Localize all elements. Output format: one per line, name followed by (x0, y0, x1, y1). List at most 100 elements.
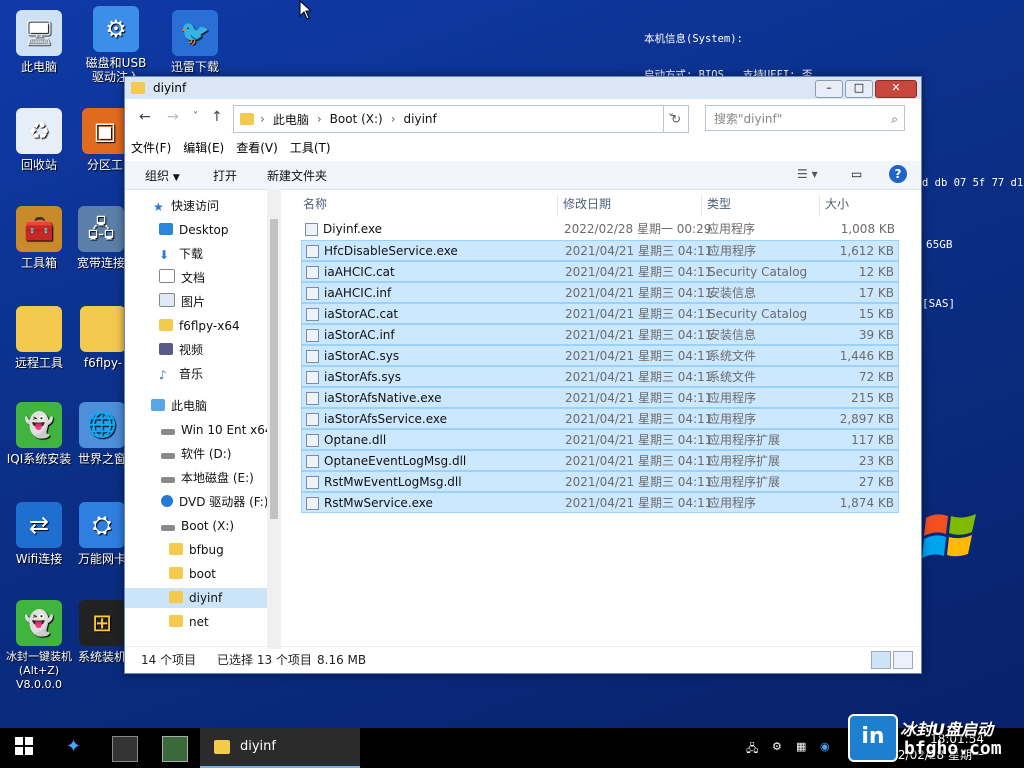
nav-drive-d[interactable]: 软件 (D:) (161, 444, 231, 464)
nav-music[interactable]: ♪ 音乐 (159, 364, 203, 384)
desktop-icon-toolbox[interactable]: 🧰 工具箱 (4, 206, 74, 270)
desktop-icon-system-install[interactable]: ⊞ 系统装机 (78, 600, 126, 664)
column-size[interactable]: 大小 (825, 195, 849, 212)
file-icon (306, 329, 319, 342)
menu-edit[interactable]: 编辑(E) (183, 139, 224, 156)
file-row[interactable]: iaStorAC.sys 2021/04/21 星期三 04:11 系统文件 1,44… (301, 345, 899, 366)
file-list[interactable]: Diyinf.exe 2022/02/28 星期一 00:29 应用程序 1,008 … (301, 219, 899, 513)
start-button[interactable] (14, 736, 38, 760)
nav-label: 下载 (179, 247, 204, 261)
nav-dvd-f[interactable]: DVD 驱动器 (F:) > (161, 492, 281, 512)
desktop-icon-world-browser[interactable]: 🌐 世界之窗 (78, 402, 126, 466)
maximize-button[interactable]: □ (845, 80, 873, 98)
large-icons-view-icon[interactable] (893, 651, 913, 669)
breadcrumb-this-pc[interactable]: 此电脑 (273, 111, 309, 128)
recent-chevron-icon[interactable]: ˅ (193, 111, 198, 122)
file-size: 17 KB (858, 286, 894, 300)
tray-app-icon[interactable]: ◉ (820, 740, 830, 753)
nav-quick-access[interactable]: ★ 快速访问 (153, 196, 219, 216)
navigation-pane[interactable]: ★ 快速访问 Desktop ⬇ 下载 文档 图片 f6flpy-x64 视频 ♪ 音… (125, 189, 281, 649)
column-name[interactable]: 名称 (303, 195, 327, 212)
monitor-icon[interactable] (162, 736, 188, 762)
title-bar[interactable]: diyinf – □ ✕ (125, 77, 921, 99)
scrollbar-thumb[interactable] (270, 219, 278, 519)
new-folder-button[interactable]: 新建文件夹 (267, 167, 327, 184)
nav-desktop[interactable]: Desktop (159, 220, 229, 240)
refresh-button[interactable]: ↻ (663, 105, 689, 133)
desktop-icon-this-pc[interactable]: 🖥 此电脑 (4, 10, 74, 74)
minimize-button[interactable]: – (815, 80, 843, 98)
nav-net[interactable]: net (169, 612, 209, 632)
desktop-icon-disk-usb[interactable]: ⚙ 磁盘和USB驱动注入 (80, 6, 152, 84)
menu-view[interactable]: 查看(V) (236, 139, 278, 156)
nav-bfbug[interactable]: bfbug (169, 540, 224, 560)
desktop-icon-partition[interactable]: ▣ 分区工 (80, 108, 130, 172)
desktop-icon-f6flpy[interactable]: f6flpy- (80, 306, 126, 370)
search-input[interactable]: 搜索"diyinf" (714, 112, 782, 126)
organize-button[interactable]: 组织 ▼ (145, 167, 180, 184)
search-box[interactable]: 搜索"diyinf" ⌕ (705, 105, 905, 131)
tray-tool-icon[interactable]: ⚙ (772, 740, 782, 753)
file-row[interactable]: iaStorAfsService.exe 2021/04/21 星期三 04:11… (301, 408, 899, 429)
tray-color-icon[interactable]: ▦ (796, 740, 806, 753)
file-row[interactable]: HfcDisableService.exe 2021/04/21 星期三 04:1… (301, 240, 899, 261)
file-row[interactable]: Optane.dll 2021/04/21 星期三 04:11 应用程序扩展 117 … (301, 429, 899, 450)
desktop-icon-iqi-install[interactable]: 👻 IQI系统安装 (4, 402, 74, 466)
address-bar[interactable]: › 此电脑 › Boot (X:) › diyinf ˅ (233, 105, 689, 133)
explorer-window[interactable]: diyinf – □ ✕ ← → ˅ ↑ › 此电脑 › Boot (X:) ›… (124, 76, 922, 674)
details-view-icon[interactable] (871, 651, 891, 669)
nav-drive-e[interactable]: 本地磁盘 (E:) (161, 468, 254, 488)
terminal-icon[interactable] (112, 736, 138, 762)
open-button[interactable]: 打开 (213, 167, 237, 184)
column-date[interactable]: 修改日期 (563, 195, 611, 212)
wifi-arrows-icon: ⇄ (16, 502, 62, 548)
nav-documents[interactable]: 文档 (159, 268, 205, 288)
desktop-icon-remote-tools[interactable]: 远程工具 (4, 306, 74, 370)
nav-videos[interactable]: 视频 (159, 340, 203, 360)
column-divider[interactable] (819, 195, 820, 217)
nav-boot[interactable]: boot (169, 564, 216, 584)
file-row[interactable]: iaAHCIC.inf 2021/04/21 星期三 04:11 安装信息 17 KB (301, 282, 899, 303)
nav-pictures[interactable]: 图片 (159, 292, 205, 312)
breadcrumb-diyinf[interactable]: diyinf (404, 112, 437, 126)
file-row[interactable]: iaStorAC.inf 2021/04/21 星期三 04:11 安装信息 39 K… (301, 324, 899, 345)
network-gear-icon[interactable]: ✦ (66, 736, 90, 760)
column-divider[interactable] (701, 195, 702, 217)
desktop-icon-broadband[interactable]: 🖧 宽带连接 (76, 206, 126, 270)
nav-drive-c[interactable]: Win 10 Ent x64 (C (161, 420, 281, 440)
file-row[interactable]: iaAHCIC.cat 2021/04/21 星期三 04:11 Security … (301, 261, 899, 282)
nav-scrollbar[interactable] (267, 189, 281, 649)
desktop-icon-recycle-bin[interactable]: ♻ 回收站 (4, 108, 74, 172)
desktop-icon-wifi[interactable]: ⇄ Wifi连接 (4, 502, 74, 566)
file-row[interactable]: iaStorAfs.sys 2021/04/21 星期三 04:11 系统文件 72 … (301, 366, 899, 387)
taskbar-item-diyinf[interactable]: diyinf (200, 728, 360, 768)
file-row[interactable]: RstMwService.exe 2021/04/21 星期三 04:11 应用程序… (301, 492, 899, 513)
view-options-icon[interactable]: ☰ ▾ (797, 167, 818, 181)
help-icon[interactable]: ? (889, 165, 907, 183)
up-arrow-icon[interactable]: ↑ (211, 109, 223, 125)
nav-boot-x[interactable]: Boot (X:) (161, 516, 234, 536)
tray-network-icon[interactable]: 🖧 (746, 740, 758, 759)
file-row[interactable]: iaStorAC.cat 2021/04/21 星期三 04:11 Security… (301, 303, 899, 324)
column-type[interactable]: 类型 (707, 195, 731, 212)
menu-file[interactable]: 文件(F) (131, 139, 171, 156)
desktop-icon-bingfeng-install[interactable]: 👻 冰封一键装机 (Alt+Z) V8.0.0.0 (0, 600, 78, 692)
file-row[interactable]: RstMwEventLogMsg.dll 2021/04/21 星期三 04:11… (301, 471, 899, 492)
file-row[interactable]: iaStorAfsNative.exe 2021/04/21 星期三 04:11 应… (301, 387, 899, 408)
nav-downloads[interactable]: ⬇ 下载 (159, 244, 203, 264)
back-arrow-icon[interactable]: ← (139, 109, 151, 125)
file-row[interactable]: OptaneEventLogMsg.dll 2021/04/21 星期三 04:1… (301, 450, 899, 471)
desktop-icon-universal-nic[interactable]: ⛭ 万能网卡 (78, 502, 126, 566)
nav-diyinf[interactable]: diyinf (125, 588, 267, 608)
file-type: 系统文件 (708, 349, 757, 363)
nav-f6flpy[interactable]: f6flpy-x64 (159, 316, 240, 336)
close-button[interactable]: ✕ (875, 80, 917, 98)
preview-pane-icon[interactable]: ▭ (851, 167, 862, 181)
forward-arrow-icon[interactable]: → (167, 109, 179, 125)
desktop-icon-xunlei[interactable]: 🐦 迅雷下载 (160, 10, 230, 74)
breadcrumb-boot[interactable]: Boot (X:) (330, 112, 383, 126)
menu-tools[interactable]: 工具(T) (290, 139, 331, 156)
nav-this-pc[interactable]: 此电脑 (151, 396, 207, 416)
column-divider[interactable] (557, 195, 558, 217)
file-row[interactable]: Diyinf.exe 2022/02/28 星期一 00:29 应用程序 1,008 … (301, 219, 899, 240)
